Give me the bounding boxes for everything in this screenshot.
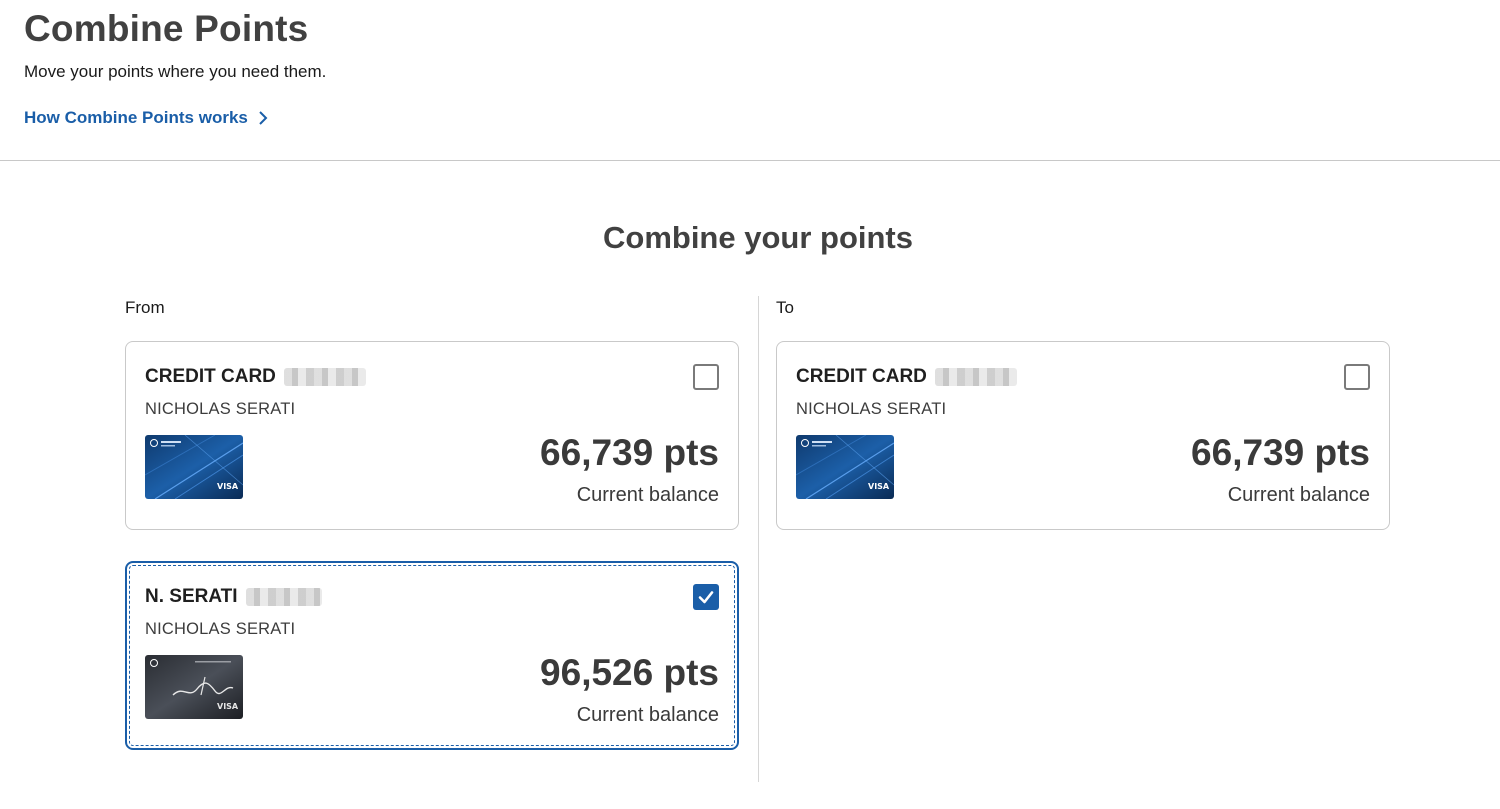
points-value: 66,739 pts bbox=[1191, 432, 1370, 473]
card-holder: NICHOLAS SERATI bbox=[145, 620, 296, 638]
header-divider bbox=[0, 160, 1500, 161]
card-name: CREDIT CARD bbox=[145, 366, 366, 388]
section-title: Combine your points bbox=[603, 220, 913, 255]
page-subtitle: Move your points where you need them. bbox=[24, 62, 327, 81]
from-label: From bbox=[125, 298, 165, 317]
chevron-right-icon bbox=[259, 111, 268, 125]
from-card-tile[interactable]: CREDIT CARD NICHOLAS SERATI VISA 66,739 … bbox=[125, 341, 739, 530]
card-holder: NICHOLAS SERATI bbox=[796, 400, 947, 418]
select-checkbox-checked[interactable] bbox=[693, 584, 719, 610]
redacted-account-number bbox=[283, 368, 366, 386]
svg-text:VISA: VISA bbox=[217, 482, 239, 491]
column-divider bbox=[758, 296, 759, 782]
card-name: CREDIT CARD bbox=[796, 366, 1017, 388]
svg-text:VISA: VISA bbox=[868, 482, 890, 491]
balance-label: Current balance bbox=[576, 704, 719, 726]
redacted-account-number bbox=[934, 368, 1017, 386]
to-card-tile[interactable]: CREDIT CARD NICHOLAS SERATI VISA 66,739 … bbox=[776, 341, 1390, 530]
sapphire-card-image: VISA bbox=[145, 435, 243, 499]
svg-text:VISA: VISA bbox=[217, 702, 239, 711]
select-checkbox[interactable] bbox=[1344, 364, 1370, 390]
how-link-label: How Combine Points works bbox=[24, 108, 248, 127]
card-name: N. SERATI bbox=[145, 586, 322, 608]
how-combine-points-link[interactable]: How Combine Points works bbox=[24, 108, 268, 128]
to-label: To bbox=[776, 298, 794, 317]
from-card-tile-selected[interactable]: N. SERATI NICHOLAS SERATI VISA 96,526 pt… bbox=[125, 561, 739, 750]
ink-card-image: VISA bbox=[145, 655, 243, 719]
balance-label: Current balance bbox=[1227, 484, 1370, 506]
card-holder: NICHOLAS SERATI bbox=[145, 400, 296, 418]
sapphire-card-image: VISA bbox=[796, 435, 894, 499]
select-checkbox[interactable] bbox=[693, 364, 719, 390]
points-value: 66,739 pts bbox=[540, 432, 719, 473]
redacted-account-number bbox=[245, 588, 322, 606]
points-value: 96,526 pts bbox=[540, 652, 719, 693]
balance-label: Current balance bbox=[576, 484, 719, 506]
page-title: Combine Points bbox=[24, 8, 309, 49]
checkmark-icon bbox=[698, 591, 714, 604]
